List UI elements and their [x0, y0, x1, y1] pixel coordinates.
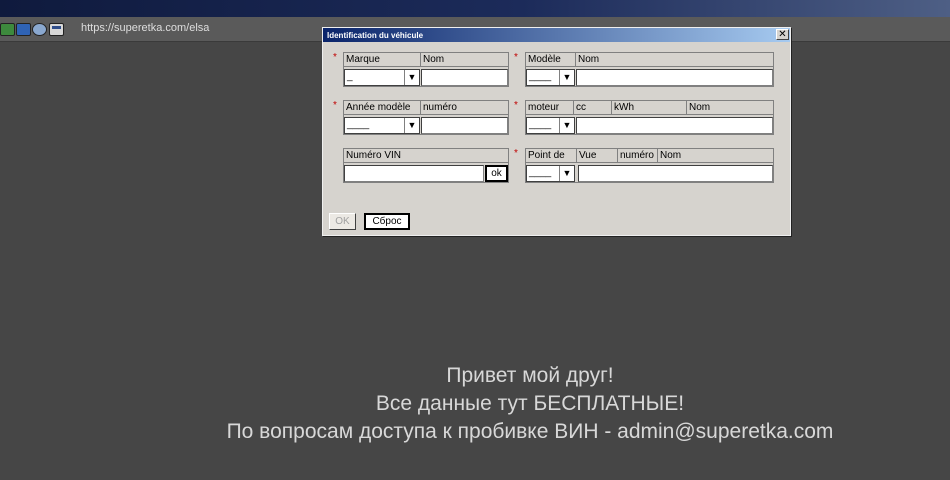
modele-select-value: ____	[529, 71, 552, 82]
moteur-cc-label: cc	[574, 101, 612, 115]
window-top-bar	[0, 0, 950, 17]
point-de-vue-group: Point de Vue numéro Nom ____ ▼	[525, 148, 774, 183]
modele-group: Modèle Nom ____ ▼	[525, 52, 774, 87]
vin-label: Numéro VIN	[346, 150, 402, 161]
annee-numero-field[interactable]	[421, 117, 508, 134]
required-mark: *	[333, 100, 337, 111]
chevron-down-icon[interactable]: ▼	[404, 70, 419, 85]
required-mark: *	[514, 52, 518, 63]
chevron-down-icon[interactable]: ▼	[559, 166, 574, 181]
point-label: Point de	[526, 149, 577, 163]
point-field[interactable]	[578, 165, 773, 182]
marque-select-value: _	[347, 71, 353, 82]
reset-button[interactable]: Сброс	[364, 213, 410, 230]
moteur-label: moteur	[526, 101, 574, 115]
moteur-nom-label: Nom	[689, 102, 711, 113]
marque-nom-label: Nom	[423, 54, 445, 65]
point-numero-label: numéro	[618, 149, 658, 163]
moteur-select[interactable]: ____ ▼	[526, 117, 575, 134]
address-url[interactable]: https://superetka.com/elsa	[81, 22, 209, 34]
marque-select[interactable]: _ ▼	[344, 69, 420, 86]
window-icon[interactable]	[49, 23, 64, 36]
close-button[interactable]: ✕	[776, 29, 789, 40]
point-nom-label: Nom	[660, 150, 682, 161]
point-select[interactable]: ____ ▼	[526, 165, 575, 182]
marque-header: Marque Nom	[344, 53, 508, 67]
vin-group: Numéro VIN ok	[343, 148, 509, 183]
marque-group: Marque Nom _ ▼	[343, 52, 509, 87]
vehicle-identification-dialog: Identification du véhicule ✕ * Marque No…	[322, 27, 791, 236]
point-header: Point de Vue numéro Nom	[526, 149, 773, 163]
dialog-title: Identification du véhicule	[323, 28, 790, 42]
moteur-select-value: ____	[529, 119, 552, 130]
greeting-line: Привет мой друг!	[446, 364, 614, 387]
globe-icon[interactable]	[32, 23, 47, 36]
annee-header: Année modèle numéro	[344, 101, 508, 115]
modele-nom-label: Nom	[578, 54, 600, 65]
moteur-field[interactable]	[576, 117, 773, 134]
car-green-icon[interactable]	[0, 23, 15, 36]
chevron-down-icon[interactable]: ▼	[559, 70, 574, 85]
annee-group: Année modèle numéro ____ ▼	[343, 100, 509, 135]
marque-nom-field[interactable]	[421, 69, 508, 86]
moteur-group: moteur cc kWh Nom ____ ▼	[525, 100, 774, 135]
chevron-down-icon[interactable]: ▼	[404, 118, 419, 133]
moteur-kwh-label: kWh	[612, 101, 687, 115]
moteur-header: moteur cc kWh Nom	[526, 101, 773, 115]
chevron-down-icon[interactable]: ▼	[559, 118, 574, 133]
required-mark: *	[514, 100, 518, 111]
car-blue-icon[interactable]	[16, 23, 31, 36]
free-data-line: Все данные тут БЕСПЛАТНЫЕ!	[375, 392, 685, 415]
point-select-value: ____	[529, 167, 552, 178]
vin-ok-button[interactable]: ok	[485, 165, 508, 182]
vin-header: Numéro VIN	[344, 149, 508, 163]
required-mark: *	[514, 148, 518, 159]
modele-select[interactable]: ____ ▼	[526, 69, 575, 86]
annee-numero-label: numéro	[423, 102, 457, 113]
annee-select[interactable]: ____ ▼	[344, 117, 420, 134]
annee-select-value: ____	[347, 119, 370, 130]
modele-nom-field[interactable]	[576, 69, 773, 86]
required-mark: *	[333, 52, 337, 63]
point-vue-label: Vue	[577, 149, 618, 163]
modele-label: Modèle	[526, 53, 576, 67]
marque-label: Marque	[344, 53, 421, 67]
annee-label: Année modèle	[344, 101, 421, 115]
modele-header: Modèle Nom	[526, 53, 773, 67]
contact-line: По вопросам доступа к пробивке ВИН - adm…	[226, 420, 834, 443]
vin-input[interactable]	[344, 165, 484, 182]
ok-button[interactable]: OK	[329, 213, 356, 230]
